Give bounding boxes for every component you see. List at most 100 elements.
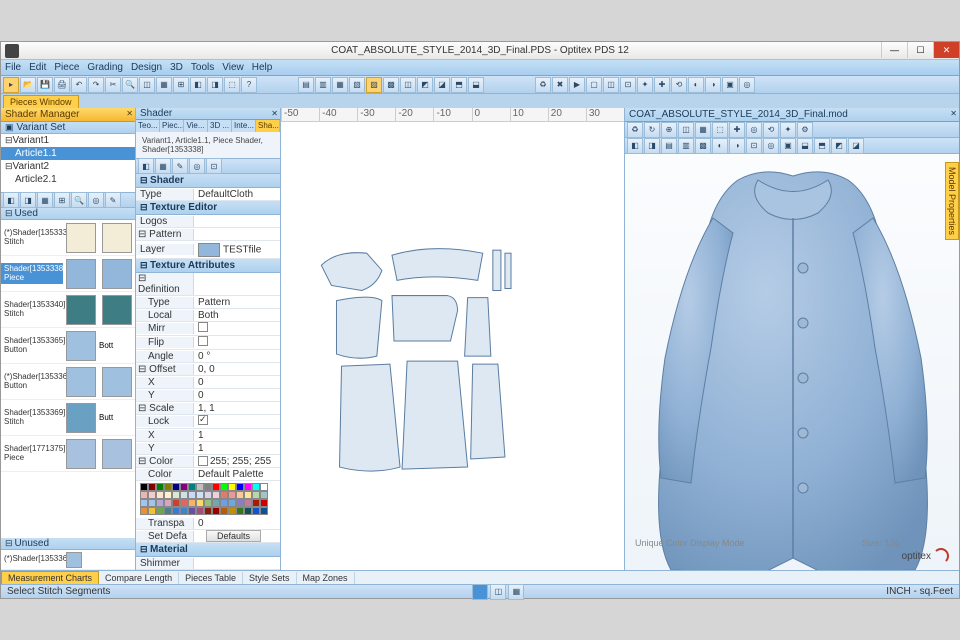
mini-tab[interactable]: Vie...: [184, 120, 208, 132]
pattern-piece[interactable]: [392, 296, 458, 341]
pattern-piece[interactable]: [392, 249, 483, 281]
tb-icon[interactable]: ▦: [37, 192, 53, 208]
menu-grading[interactable]: Grading: [87, 62, 123, 73]
vp-tool-icon[interactable]: ⟲: [763, 122, 779, 138]
palette-color[interactable]: [212, 483, 220, 491]
tool-btn[interactable]: ▨: [366, 77, 382, 93]
prop-value[interactable]: 255; 255; 255: [194, 456, 280, 467]
prop-value[interactable]: TESTfile: [194, 243, 280, 257]
tb-icon[interactable]: ◎: [88, 192, 104, 208]
tab-compare-length[interactable]: Compare Length: [99, 572, 179, 584]
menu-tools[interactable]: Tools: [191, 62, 214, 73]
tb-icon[interactable]: ⊡: [206, 158, 222, 174]
prop-key[interactable]: ⊟ Scale: [136, 403, 194, 414]
vp-tool-icon[interactable]: ▤: [661, 138, 677, 154]
palette-color[interactable]: [148, 491, 156, 499]
pattern-piece[interactable]: [321, 253, 382, 291]
tool-btn[interactable]: ◑: [705, 77, 721, 93]
tool-btn[interactable]: ▧: [349, 77, 365, 93]
tool-btn[interactable]: ⟲: [671, 77, 687, 93]
shader-item[interactable]: Shader[1353365] ButtonBott: [1, 328, 135, 364]
palette-color[interactable]: [188, 491, 196, 499]
tree-row[interactable]: Article2.1: [1, 173, 135, 186]
palette-color[interactable]: [140, 491, 148, 499]
tool-help-icon[interactable]: ?: [241, 77, 257, 93]
panel-close-icon[interactable]: ✕: [126, 109, 133, 118]
tool-btn[interactable]: ▤: [298, 77, 314, 93]
palette-color[interactable]: [228, 491, 236, 499]
palette-color[interactable]: [260, 483, 268, 491]
pattern-piece[interactable]: [402, 361, 468, 469]
palette-color[interactable]: [244, 507, 252, 515]
prop-value[interactable]: DefaultCloth: [194, 189, 280, 200]
vp-tool-icon[interactable]: ⬓: [797, 138, 813, 154]
vp-tool-icon[interactable]: ⚙: [797, 122, 813, 138]
vp-tool-icon[interactable]: ◎: [763, 138, 779, 154]
tool-btn[interactable]: ✚: [654, 77, 670, 93]
tool-btn[interactable]: ▣: [722, 77, 738, 93]
status-icon[interactable]: ◫: [490, 584, 506, 600]
checkbox[interactable]: [198, 336, 208, 346]
palette-color[interactable]: [188, 507, 196, 515]
prop-key[interactable]: Logos: [136, 216, 194, 227]
palette-color[interactable]: [212, 507, 220, 515]
tool-btn[interactable]: ◩: [417, 77, 433, 93]
palette-color[interactable]: [180, 491, 188, 499]
tool-btn[interactable]: ◪: [434, 77, 450, 93]
palette-color[interactable]: [156, 491, 164, 499]
pattern-piece[interactable]: [336, 297, 381, 358]
prop-value[interactable]: 0: [194, 390, 280, 401]
palette-color[interactable]: [236, 491, 244, 499]
vp-tool-icon[interactable]: ◫: [678, 122, 694, 138]
tb-icon[interactable]: ◧: [3, 192, 19, 208]
tool-btn[interactable]: ⬓: [468, 77, 484, 93]
palette-color[interactable]: [252, 491, 260, 499]
prop-key[interactable]: ⊟ Offset: [136, 364, 194, 375]
tool-undo-icon[interactable]: ↶: [71, 77, 87, 93]
viewport-3d[interactable]: Unique Color Display Mode Size: 1J4 opti…: [625, 154, 959, 570]
tool-btn[interactable]: ▦: [156, 77, 172, 93]
tool-select-icon[interactable]: ▸: [3, 77, 19, 93]
used-header[interactable]: ⊟ Used: [1, 208, 135, 220]
vp-tool-icon[interactable]: ⬒: [814, 138, 830, 154]
vp-tool-icon[interactable]: ◐: [712, 138, 728, 154]
tab-map-zones[interactable]: Map Zones: [297, 572, 355, 584]
palette-color[interactable]: [148, 507, 156, 515]
shader-item[interactable]: Shader[1353369] StitchButt: [1, 400, 135, 436]
mini-tab[interactable]: Inte...: [232, 120, 256, 132]
palette-color[interactable]: [260, 507, 268, 515]
prop-key[interactable]: ⊟ Definition: [136, 273, 194, 295]
vp-tool-icon[interactable]: ◑: [729, 138, 745, 154]
tab-pieces-table[interactable]: Pieces Table: [179, 572, 243, 584]
section-texture-editor[interactable]: ⊟ Texture Editor: [136, 201, 280, 215]
tool-save-icon[interactable]: 💾: [37, 77, 53, 93]
shader-item[interactable]: Shader[1353340] Stitch: [1, 292, 135, 328]
palette-color[interactable]: [180, 483, 188, 491]
tab-measurement-charts[interactable]: Measurement Charts: [1, 571, 99, 584]
tree-row[interactable]: ⊟ Variant2: [1, 160, 135, 173]
palette-color[interactable]: [172, 507, 180, 515]
palette-color[interactable]: [164, 507, 172, 515]
menu-design[interactable]: Design: [131, 62, 162, 73]
prop-value[interactable]: 0 °: [194, 351, 280, 362]
section-shader[interactable]: ⊟ Shader: [136, 174, 280, 188]
palette-color[interactable]: [204, 507, 212, 515]
vp-tool-icon[interactable]: ⬚: [712, 122, 728, 138]
tool-btn[interactable]: ▩: [383, 77, 399, 93]
tool-btn[interactable]: ◫: [400, 77, 416, 93]
tool-btn[interactable]: ◧: [190, 77, 206, 93]
mini-tab[interactable]: Teo...: [136, 120, 160, 132]
tool-btn[interactable]: ◫: [603, 77, 619, 93]
menu-view[interactable]: View: [222, 62, 244, 73]
vp-tool-icon[interactable]: ▣: [780, 138, 796, 154]
checkbox[interactable]: [198, 322, 208, 332]
menu-file[interactable]: File: [5, 62, 21, 73]
palette-color[interactable]: [236, 499, 244, 507]
palette-color[interactable]: [140, 499, 148, 507]
tool-btn[interactable]: ⬚: [224, 77, 240, 93]
palette-color[interactable]: [252, 499, 260, 507]
palette-color[interactable]: [220, 499, 228, 507]
palette-color[interactable]: [180, 507, 188, 515]
tb-icon[interactable]: ⊞: [54, 192, 70, 208]
panel-close-icon[interactable]: ✕: [271, 109, 278, 118]
